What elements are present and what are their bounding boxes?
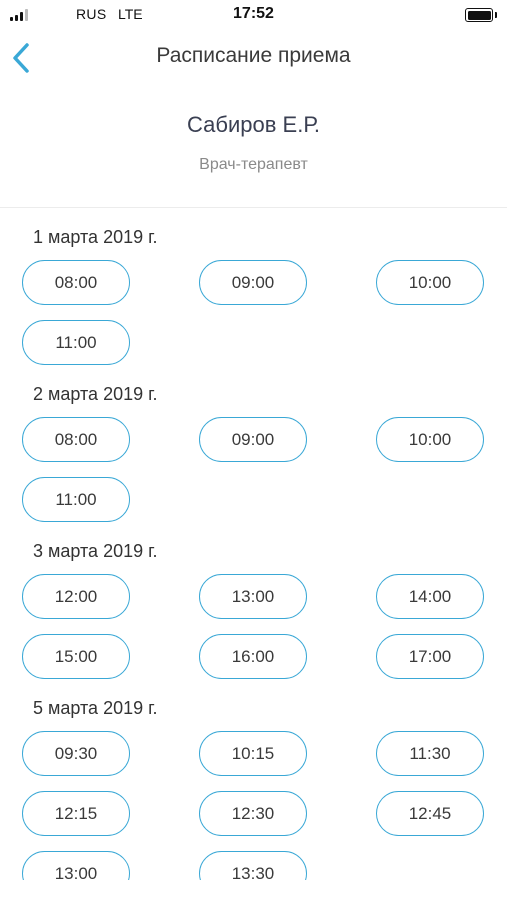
- time-slots: 08:00 09:00 10:00 11:00: [0, 417, 507, 522]
- time-slot-button[interactable]: 10:00: [376, 417, 484, 462]
- time-slot-button[interactable]: 08:00: [22, 260, 130, 305]
- time-slot-button[interactable]: 09:00: [199, 417, 307, 462]
- battery-icon: [465, 8, 497, 22]
- schedule-day: 5 марта 2019 г. 09:30 10:15 11:30 12:15 12:30…: [0, 697, 507, 880]
- date-label: 1 марта 2019 г.: [33, 227, 158, 247]
- time-slot-button[interactable]: 13:00: [199, 574, 307, 619]
- time-slot-button[interactable]: 14:00: [376, 574, 484, 619]
- date-label: 5 марта 2019 г.: [33, 698, 158, 718]
- status-time: 17:52: [233, 5, 274, 22]
- doctor-name: Сабиров Е.Р.: [187, 112, 320, 137]
- screen: RUS LTE 17:52 Расписание приема Сабиров …: [0, 0, 507, 900]
- time-slot-button[interactable]: 13:00: [22, 851, 130, 880]
- date-label: 2 марта 2019 г.: [33, 384, 158, 404]
- time-slot-button[interactable]: 16:00: [199, 634, 307, 679]
- time-slot-button[interactable]: 15:00: [22, 634, 130, 679]
- time-slots: 08:00 09:00 10:00 11:00: [0, 260, 507, 365]
- doctor-specialty: Врач-терапевт: [199, 156, 308, 173]
- time-slot-button[interactable]: 09:00: [199, 260, 307, 305]
- schedule-day: 2 марта 2019 г. 08:00 09:00 10:00 11:00: [0, 383, 507, 522]
- time-slot-button[interactable]: 12:00: [22, 574, 130, 619]
- date-label: 3 марта 2019 г.: [33, 541, 158, 561]
- nav-bar: Расписание приема: [0, 30, 507, 86]
- time-slot-button[interactable]: 09:30: [22, 731, 130, 776]
- time-slot-button[interactable]: 11:00: [22, 477, 130, 522]
- time-slot-button[interactable]: 12:30: [199, 791, 307, 836]
- time-slot-button[interactable]: 17:00: [376, 634, 484, 679]
- time-slot-button[interactable]: 12:45: [376, 791, 484, 836]
- time-slots: 09:30 10:15 11:30 12:15 12:30 12:45 13:00 13:30: [0, 731, 507, 880]
- time-slot-button[interactable]: 10:00: [376, 260, 484, 305]
- time-slots: 12:00 13:00 14:00 15:00 16:00 17:00: [0, 574, 507, 679]
- schedule-day: 1 марта 2019 г. 08:00 09:00 10:00 11:00: [0, 226, 507, 365]
- time-slot-button[interactable]: 13:30: [199, 851, 307, 880]
- schedule-day: 3 марта 2019 г. 12:00 13:00 14:00 15:00 16:00…: [0, 540, 507, 679]
- time-slot-button[interactable]: 11:00: [22, 320, 130, 365]
- schedule-list[interactable]: 1 марта 2019 г. 08:00 09:00 10:00 11:00 2 мар…: [0, 208, 507, 880]
- time-slot-button[interactable]: 10:15: [199, 731, 307, 776]
- time-slot-button[interactable]: 12:15: [22, 791, 130, 836]
- page-title: Расписание приема: [156, 44, 351, 67]
- time-slot-button[interactable]: 08:00: [22, 417, 130, 462]
- time-slot-button[interactable]: 11:30: [376, 731, 484, 776]
- status-bar: RUS LTE 17:52: [0, 0, 507, 30]
